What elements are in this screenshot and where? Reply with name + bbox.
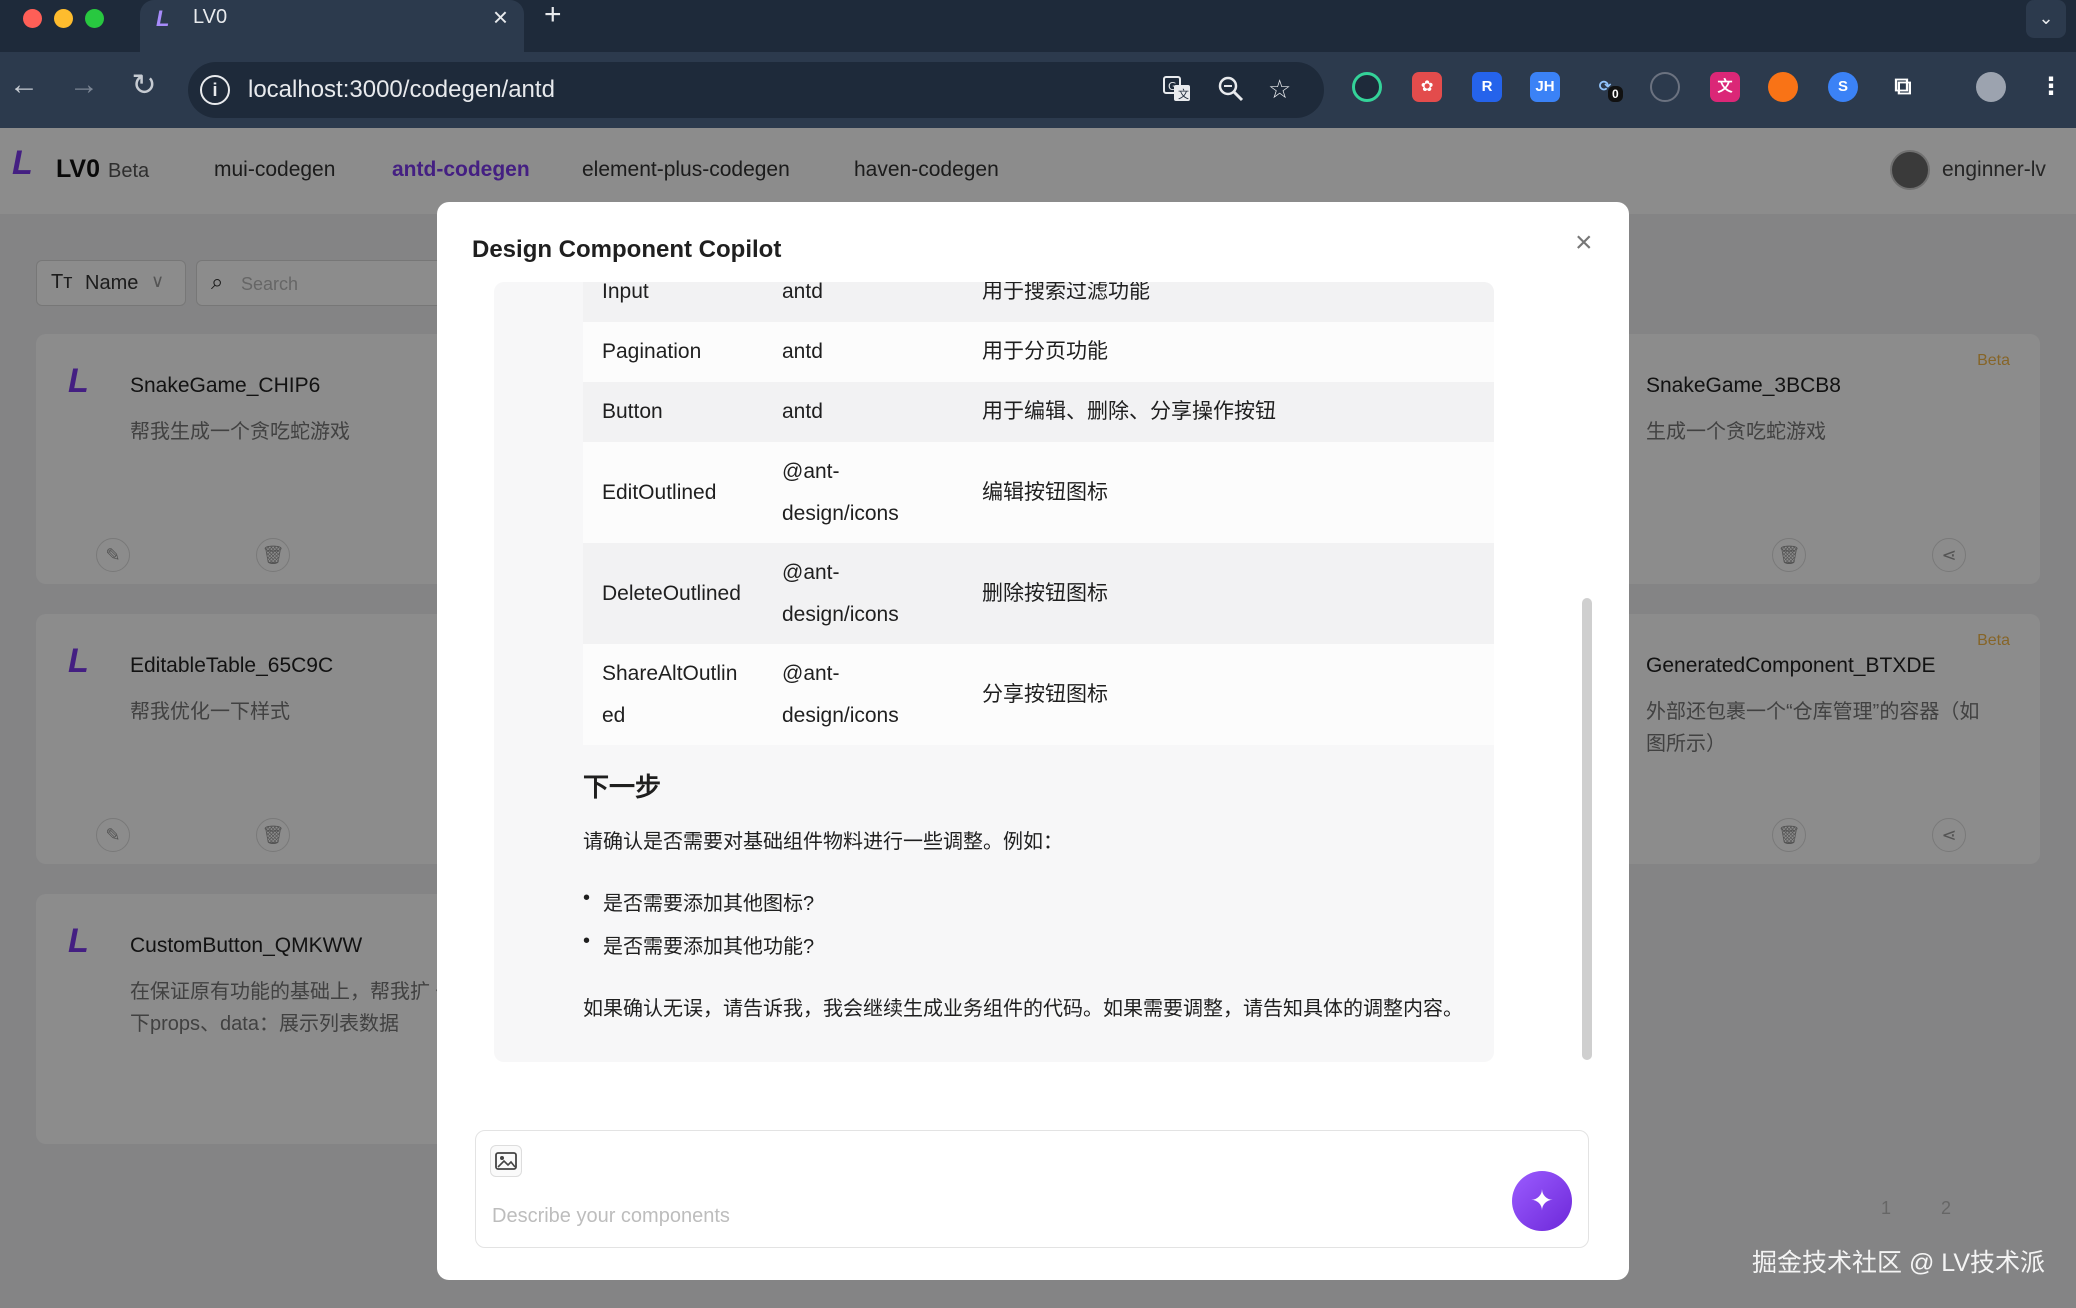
table-cell-source: @ant-design/icons	[763, 644, 963, 745]
table-row: DeleteOutlined @ant-design/icons 删除按钮图标	[583, 543, 1494, 644]
chat-scrollbar[interactable]	[1582, 598, 1592, 1060]
table-cell-desc: 用于分页功能	[963, 322, 1494, 382]
svg-text:文: 文	[1178, 87, 1189, 101]
table-cell-source: antd	[763, 382, 963, 442]
extension-paw-icon[interactable]: ✿	[1412, 72, 1442, 102]
table-cell-source: @ant-design/icons	[763, 442, 963, 543]
lv0-logo-icon: L	[156, 6, 170, 31]
prompt-input[interactable]: Describe your components ✦	[475, 1130, 1589, 1248]
table-row: Button antd 用于编辑、删除、分享操作按钮	[583, 382, 1494, 442]
forward-arrow-icon[interactable]: →	[64, 68, 104, 102]
table-cell-name: ShareAltOutlined	[583, 644, 763, 745]
chat-message-area[interactable]: Input antd 用于搜索过滤功能 Pagination antd 用于分页…	[494, 282, 1494, 1062]
tab-title: LV0	[193, 6, 228, 28]
close-icon[interactable]: ×	[1575, 228, 1593, 258]
next-step-heading: 下一步	[583, 772, 662, 802]
table-cell-name: EditOutlined	[583, 442, 763, 543]
extensions-puzzle-icon[interactable]: ⧉	[1888, 72, 1918, 102]
watermark: 掘金技术社区 @ LV技术派	[1752, 1249, 2045, 1277]
image-upload-icon[interactable]	[490, 1145, 522, 1177]
table-row: Input antd 用于搜索过滤功能	[583, 282, 1494, 322]
table-cell-source: antd	[763, 322, 963, 382]
table-cell-name: Pagination	[583, 322, 763, 382]
extension-sync-icon[interactable]: ⟳ 0	[1590, 72, 1623, 102]
table-cell-desc: 分享按钮图标	[963, 644, 1494, 745]
copilot-modal: Design Component Copilot × Input antd 用于…	[437, 202, 1629, 1280]
browser-toolbar: ← → ↻ i localhost:3000/codegen/antd G文 ☆…	[0, 52, 2076, 128]
list-item: 是否需要添加其他功能?	[583, 930, 814, 959]
component-table: Input antd 用于搜索过滤功能 Pagination antd 用于分页…	[583, 282, 1494, 745]
extension-r-icon[interactable]: R	[1472, 72, 1502, 102]
prompt-placeholder: Describe your components	[492, 1205, 730, 1227]
table-cell-name: DeleteOutlined	[583, 543, 763, 644]
back-arrow-icon[interactable]: ←	[4, 68, 44, 102]
extension-jh-icon[interactable]: JH	[1530, 72, 1560, 102]
extension-badge: 0	[1608, 86, 1623, 102]
extension-s-icon[interactable]: S	[1828, 72, 1858, 102]
table-cell-source: @ant-design/icons	[763, 543, 963, 644]
site-info-icon[interactable]: i	[200, 75, 230, 105]
minimize-window-button[interactable]	[54, 9, 73, 28]
table-cell-desc: 用于编辑、删除、分享操作按钮	[963, 382, 1494, 442]
table-cell-source: antd	[763, 282, 963, 322]
browser-tab-bar: L LV0 × + ⌄	[0, 0, 2076, 52]
magic-wand-send-icon[interactable]: ✦	[1512, 1171, 1572, 1231]
extension-orange-icon[interactable]	[1768, 72, 1798, 102]
browser-tab[interactable]: L LV0 ×	[140, 0, 524, 52]
bookmark-star-icon[interactable]: ☆	[1268, 74, 1291, 105]
tab-close-button[interactable]: ×	[493, 2, 508, 33]
extension-a-icon[interactable]	[1650, 72, 1680, 102]
close-window-button[interactable]	[23, 9, 42, 28]
new-tab-button[interactable]: +	[544, 0, 562, 32]
table-row: ShareAltOutlined @ant-design/icons 分享按钮图…	[583, 644, 1494, 745]
translate-icon[interactable]: G文	[1162, 74, 1192, 111]
table-cell-name: Input	[583, 282, 763, 322]
profile-avatar-icon[interactable]	[1976, 72, 2006, 102]
table-row: Pagination antd 用于分页功能	[583, 322, 1494, 382]
modal-title: Design Component Copilot	[472, 236, 782, 263]
extension-target-icon[interactable]	[1352, 72, 1382, 102]
address-bar[interactable]: i localhost:3000/codegen/antd G文 ☆	[188, 62, 1324, 118]
closing-text: 如果确认无误，请告诉我，我会继续生成业务组件的代码。如果需要调整，请告知具体的调…	[583, 998, 1463, 1020]
url-text[interactable]: localhost:3000/codegen/antd	[248, 76, 555, 104]
table-cell-desc: 编辑按钮图标	[963, 442, 1494, 543]
reload-icon[interactable]: ↻	[124, 68, 164, 103]
zoom-icon[interactable]	[1216, 74, 1246, 111]
table-cell-name: Button	[583, 382, 763, 442]
maximize-window-button[interactable]	[85, 9, 104, 28]
table-cell-desc: 删除按钮图标	[963, 543, 1494, 644]
confirm-text: 请确认是否需要对基础组件物料进行一些调整。例如：	[583, 831, 1063, 853]
browser-menu-icon[interactable]: ⋮	[2036, 72, 2066, 102]
svg-text:G: G	[1168, 80, 1177, 93]
list-item: 是否需要添加其他图标?	[583, 887, 814, 916]
extension-translate-icon[interactable]: 文	[1710, 72, 1740, 102]
tab-search-menu-button[interactable]: ⌄	[2026, 0, 2066, 38]
table-row: EditOutlined @ant-design/icons 编辑按钮图标	[583, 442, 1494, 543]
table-cell-desc: 用于搜索过滤功能	[963, 282, 1494, 322]
